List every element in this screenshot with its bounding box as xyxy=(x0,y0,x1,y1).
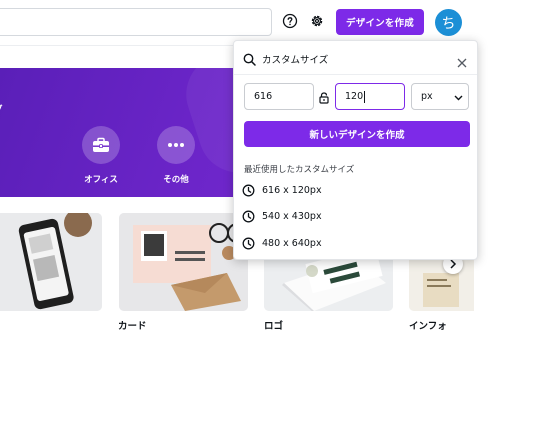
template-label-infographic[interactable]: インフォ xyxy=(409,318,447,330)
create-new-design-button[interactable]: 新しいデザインを作成 xyxy=(244,121,470,147)
width-value: 616 xyxy=(254,91,273,102)
hero-item-label[interactable]: グ xyxy=(0,103,3,115)
card-thumbnail xyxy=(119,213,248,311)
recent-size-label: 616 x 120px xyxy=(262,184,322,196)
clock-icon xyxy=(242,184,255,197)
settings-button[interactable] xyxy=(308,12,326,30)
lock-icon[interactable] xyxy=(319,89,329,108)
help-button[interactable] xyxy=(281,12,299,30)
more-icon xyxy=(168,143,184,147)
recent-size-label: 540 x 430px xyxy=(262,210,322,222)
recent-size-item[interactable]: 540 x 430px xyxy=(242,205,470,227)
dropdown-header: カスタムサイズ xyxy=(234,41,477,75)
height-input[interactable]: 120 xyxy=(335,83,405,110)
template-label-card[interactable]: カード xyxy=(118,318,147,330)
search-input[interactable] xyxy=(0,8,272,36)
recent-size-item[interactable]: 616 x 120px xyxy=(242,179,470,201)
template-card-phone[interactable] xyxy=(0,213,102,311)
recent-sizes-heading: 最近使用したカスタムサイズ xyxy=(244,165,355,175)
hero-item-more[interactable]: その他 xyxy=(157,126,195,185)
hero-item-label: その他 xyxy=(163,175,189,185)
hero-item-circle xyxy=(82,126,120,164)
help-icon xyxy=(282,13,298,29)
height-value: 120 xyxy=(345,91,364,102)
hero-item-office[interactable]: オフィス xyxy=(82,126,120,185)
search-icon xyxy=(243,51,256,70)
dropdown-title[interactable]: カスタムサイズ xyxy=(262,52,328,66)
chevron-right-icon xyxy=(450,259,457,269)
chevron-down-icon xyxy=(454,93,463,104)
unit-select[interactable]: px xyxy=(411,83,469,110)
close-icon[interactable] xyxy=(457,53,467,72)
template-card-card[interactable] xyxy=(119,213,248,311)
width-input[interactable]: 616 xyxy=(244,83,314,110)
briefcase-icon xyxy=(93,137,109,152)
clock-icon xyxy=(242,237,255,250)
unit-value: px xyxy=(421,91,433,102)
hero-item-label: オフィス xyxy=(84,175,118,185)
recent-size-label: 480 x 640px xyxy=(262,237,322,249)
recent-size-item[interactable]: 480 x 640px xyxy=(242,232,470,254)
clock-icon xyxy=(242,210,255,223)
template-label-logo[interactable]: ロゴ xyxy=(264,318,283,330)
custom-size-dropdown: カスタムサイズ 616 120 px 新しいデザインを作成 最近使用したカスタム… xyxy=(233,40,478,260)
card-thumbnail xyxy=(0,213,102,311)
gear-icon xyxy=(311,15,323,27)
create-design-button[interactable]: デザインを作成 xyxy=(336,9,424,35)
text-caret xyxy=(364,90,366,103)
hero-item-circle xyxy=(157,126,195,164)
avatar[interactable]: ち xyxy=(435,9,462,36)
